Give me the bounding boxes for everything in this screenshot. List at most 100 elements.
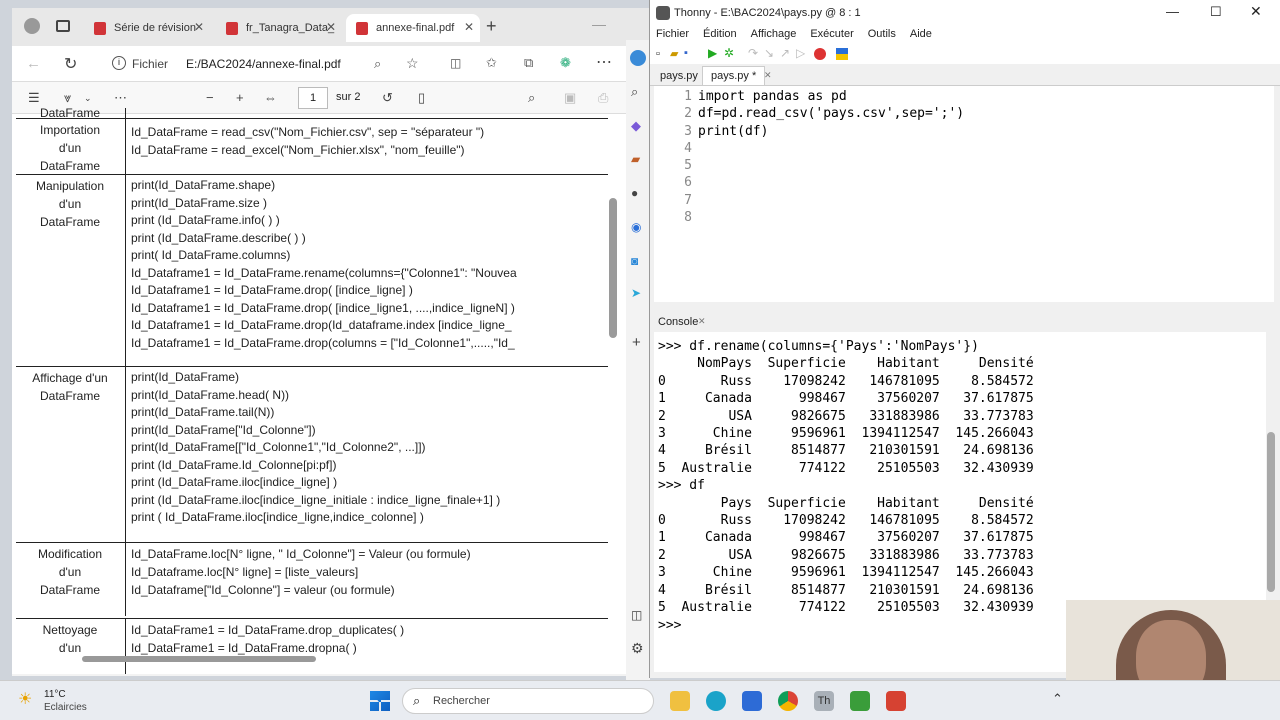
people-icon[interactable]: ●: [631, 186, 638, 200]
tools-icon[interactable]: ▰: [631, 152, 640, 166]
edge-sidebar: ⌕ ◆ ▰ ● ◉ ◙ ➤ + ◫ ⚙: [626, 40, 650, 680]
step-over-icon[interactable]: ↷: [748, 46, 758, 60]
pdf-icon: [226, 22, 238, 35]
table-row: Modification d'un DataFrame Id_DataFrame.l…: [16, 542, 608, 616]
chrome-icon[interactable]: [778, 691, 798, 711]
maximize-icon[interactable]: ☐: [1210, 4, 1222, 20]
url-field[interactable]: E:/BAC2024/annexe-final.pdf: [186, 57, 341, 71]
split-screen-icon[interactable]: ◫: [450, 56, 461, 70]
pdf-horizontal-scrollbar[interactable]: [82, 656, 316, 662]
menu-affichage[interactable]: Affichage: [751, 28, 797, 40]
console-scrollbar[interactable]: [1267, 432, 1275, 592]
code-line: print(Id_DataFrame.head( N)): [131, 387, 290, 402]
gear-icon[interactable]: ⚙: [631, 640, 644, 657]
extensions-icon[interactable]: ❁: [560, 55, 571, 71]
search-icon[interactable]: ⌕: [528, 90, 535, 106]
debug-icon[interactable]: ✲: [724, 46, 734, 60]
step-into-icon[interactable]: ↘: [764, 46, 774, 60]
menu-edition[interactable]: Édition: [703, 28, 737, 40]
row-code: print(Id_DataFrame) print(Id_DataFrame.h…: [131, 369, 500, 527]
tab-pays[interactable]: pays.py: [654, 68, 704, 84]
chevron-up-icon[interactable]: ⌃: [1052, 691, 1063, 707]
code-editor[interactable]: 1 2 3 4 5 6 7 8 import pandas as pd df=p…: [654, 86, 1274, 302]
thonny-icon[interactable]: Th: [814, 691, 834, 711]
chevron-down-icon[interactable]: ⌄: [84, 93, 92, 104]
new-file-icon[interactable]: ▫: [656, 48, 660, 60]
copilot-icon[interactable]: [630, 50, 646, 66]
menu-bar: Fichier Édition Affichage Exécuter Outils Aid…: [650, 26, 1280, 44]
more-icon[interactable]: ⋯: [596, 52, 612, 72]
edge-icon[interactable]: [706, 691, 726, 711]
zoom-out-icon[interactable]: −: [206, 90, 214, 105]
close-icon[interactable]: ✕: [464, 20, 474, 34]
row-label: Modification d'un DataFrame: [37, 547, 103, 597]
outlook-icon[interactable]: ◙: [631, 254, 638, 268]
rotate-icon[interactable]: ↺: [382, 90, 393, 106]
pdf-vertical-scrollbar[interactable]: [609, 198, 617, 338]
app-red-icon[interactable]: [886, 691, 906, 711]
resume-icon[interactable]: ▷: [796, 46, 805, 60]
close-console-icon[interactable]: ✕: [698, 316, 706, 327]
tag-icon[interactable]: ◆: [631, 118, 641, 134]
page-number-input[interactable]: 1: [298, 87, 328, 109]
reload-icon[interactable]: ↻: [64, 54, 77, 74]
info-icon[interactable]: i: [112, 56, 126, 70]
tab-pays-modified[interactable]: pays.py *: [702, 66, 766, 85]
close-tab-icon[interactable]: ✕: [764, 70, 772, 81]
menu-fichier[interactable]: Fichier: [656, 28, 689, 40]
profile-icon[interactable]: [24, 18, 40, 34]
save-icon[interactable]: ▣: [564, 90, 576, 106]
minimize-icon[interactable]: —: [592, 16, 606, 32]
favorite-icon[interactable]: ☆: [406, 55, 419, 72]
page-total: sur 2: [336, 91, 361, 103]
weather-icon[interactable]: ☀: [18, 689, 32, 709]
fit-page-icon[interactable]: ⇔: [264, 90, 277, 105]
collections-icon[interactable]: ⧉: [524, 55, 533, 71]
console-output[interactable]: >>> df.rename(columns={'Pays':'NomPays'}…: [658, 338, 1034, 634]
stop-icon[interactable]: [814, 48, 826, 60]
zoom-in-icon[interactable]: +: [236, 90, 244, 105]
tab-tanagra[interactable]: fr_Tanagra_Data_ ✕: [216, 14, 342, 42]
search-icon[interactable]: ⌕: [631, 84, 638, 100]
favorites-icon[interactable]: ✩: [486, 55, 497, 71]
open-file-icon[interactable]: ▰: [670, 47, 678, 60]
send-icon[interactable]: ➤: [631, 286, 641, 300]
store-icon[interactable]: [742, 691, 762, 711]
back-icon[interactable]: ←: [26, 55, 41, 72]
office-icon[interactable]: ◉: [631, 220, 641, 234]
close-icon[interactable]: ✕: [194, 20, 204, 34]
editor-tabs: pays.py pays.py * ✕: [650, 64, 1280, 86]
menu-executer[interactable]: Exécuter: [810, 28, 853, 40]
search-box[interactable]: ⌕ Rechercher: [402, 688, 654, 714]
start-icon[interactable]: [370, 691, 390, 711]
save-icon[interactable]: ▪: [684, 47, 688, 59]
code-line: print (Id_DataFrame.describe( ) ): [131, 230, 306, 245]
code-line: Id_Dataframe.loc[N° ligne] = [liste_vale…: [131, 565, 359, 579]
code-line: Id_Dataframe1 = Id_DataFrame.drop( [indi…: [131, 283, 413, 297]
minimize-icon[interactable]: —: [1166, 4, 1179, 19]
console-tab[interactable]: Console: [658, 316, 698, 328]
tab-annexe[interactable]: annexe-final.pdf ✕: [346, 14, 480, 42]
close-icon[interactable]: ✕: [326, 20, 336, 34]
new-tab-icon[interactable]: +: [486, 16, 497, 37]
tab-actions-icon[interactable]: [56, 20, 70, 32]
weather-desc[interactable]: Eclaircies: [44, 702, 87, 713]
sidebar-toggle-icon[interactable]: ◫: [631, 608, 642, 622]
table-row: DataFrame: [16, 106, 608, 120]
print-icon[interactable]: ⎙: [598, 90, 608, 106]
menu-outils[interactable]: Outils: [868, 28, 896, 40]
app-green-icon[interactable]: [850, 691, 870, 711]
weather-temp[interactable]: 11°C: [44, 689, 66, 700]
address-label: Fichier: [132, 57, 169, 71]
page-view-icon[interactable]: ▯: [418, 90, 425, 106]
step-out-icon[interactable]: ↗: [780, 46, 790, 60]
run-icon[interactable]: ▶: [708, 46, 717, 60]
tab-serie[interactable]: Série de révision ✕: [84, 14, 210, 42]
menu-aide[interactable]: Aide: [910, 28, 932, 40]
row-label: Importation d'un DataFrame: [39, 123, 101, 173]
zoom-icon[interactable]: ⌕: [374, 56, 381, 72]
add-icon[interactable]: +: [632, 334, 641, 351]
file-explorer-icon[interactable]: [670, 691, 690, 711]
close-icon[interactable]: ✕: [1250, 3, 1262, 20]
code-text[interactable]: import pandas as pd df=pd.read_csv('pays…: [698, 88, 964, 140]
